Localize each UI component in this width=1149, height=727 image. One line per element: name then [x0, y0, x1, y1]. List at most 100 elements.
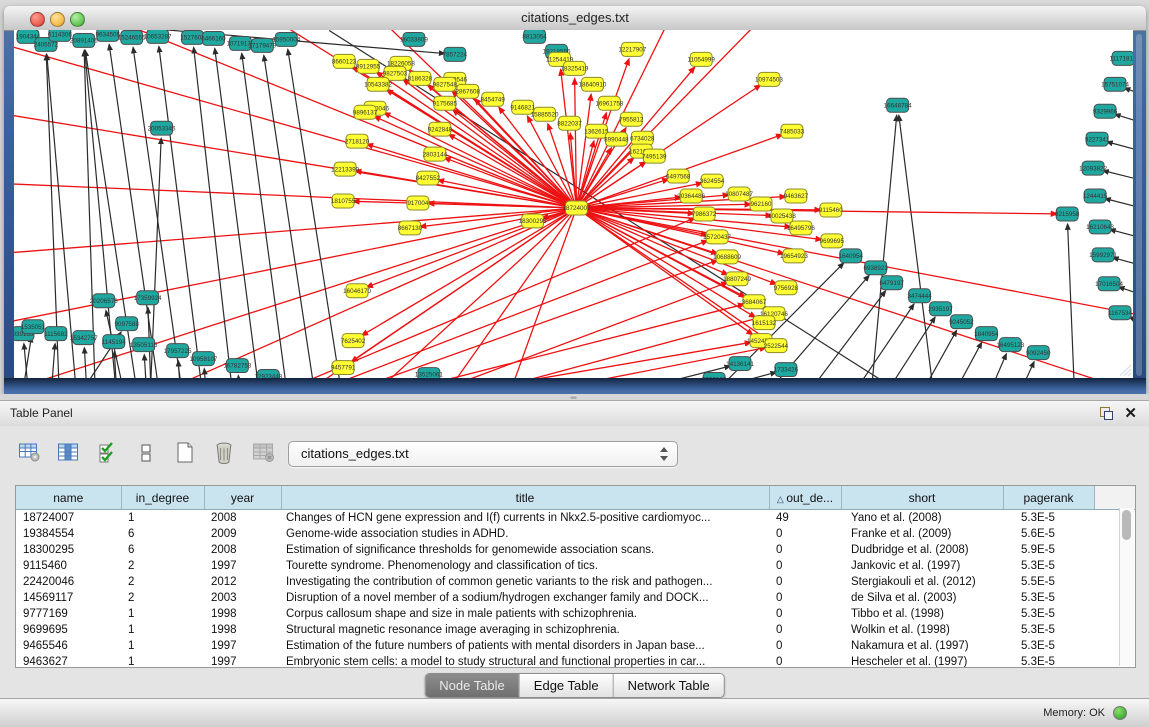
graph-node[interactable]: 20364486: [677, 189, 705, 203]
graph-node[interactable]: 16495796: [787, 221, 815, 235]
cell-year[interactable]: 1997: [204, 654, 281, 668]
graph-node[interactable]: 8912955: [356, 59, 381, 73]
graph-node[interactable]: 20206576: [90, 294, 118, 308]
show-columns-button[interactable]: [55, 441, 81, 467]
graph-node[interactable]: 8427552: [416, 171, 441, 185]
cell-year[interactable]: 2008: [204, 542, 281, 558]
float-panel-icon[interactable]: [1100, 407, 1113, 420]
graph-node[interactable]: 8215958: [1055, 207, 1080, 221]
table-row[interactable]: 946362711997Embryonic stem cells: a mode…: [16, 654, 1135, 668]
graph-node[interactable]: 9699695: [820, 234, 845, 248]
graph-node[interactable]: 8990448: [604, 132, 629, 146]
graph-node[interactable]: 18325419: [561, 61, 589, 75]
network-canvas[interactable]: 1872400719043442405572611430620891406963…: [14, 30, 1133, 378]
graph-node[interactable]: 6734028: [630, 131, 655, 145]
column-header-year[interactable]: year: [204, 486, 281, 510]
select-all-columns-button[interactable]: [94, 441, 120, 467]
cell-indeg[interactable]: 2: [121, 590, 204, 606]
table-mode-button[interactable]: [16, 441, 42, 467]
graph-node[interactable]: 12213399: [331, 162, 359, 176]
graph-node[interactable]: 16782753: [223, 359, 251, 373]
graph-node[interactable]: 9115460: [819, 203, 843, 217]
graph-node-hub[interactable]: 18724007: [563, 201, 591, 215]
cell-name[interactable]: 22420046: [16, 574, 121, 590]
tab-node-table[interactable]: Node Table: [425, 674, 520, 697]
column-header-in_degree[interactable]: in_degree: [121, 486, 204, 510]
graph-node[interactable]: 6114306: [48, 30, 72, 41]
cell-name[interactable]: 9115460: [16, 558, 121, 574]
table-row[interactable]: 1456911722003Disruption of a novel membe…: [16, 590, 1135, 606]
cell-title[interactable]: Investigating the contribution of common…: [281, 574, 769, 590]
graph-node[interactable]: 12923448: [254, 370, 282, 378]
cell-pagerank[interactable]: 5.3E-5: [1003, 558, 1094, 574]
cell-title[interactable]: Embryonic stem cells: a model to study s…: [281, 654, 769, 668]
graph-node[interactable]: 16648784: [884, 98, 912, 112]
graph-node[interactable]: 14136141: [726, 357, 754, 371]
graph-node[interactable]: 1244415: [1083, 189, 1108, 203]
delete-table-button[interactable]: [250, 441, 276, 467]
graph-node[interactable]: 17957225: [164, 344, 192, 358]
graph-node[interactable]: 9092450: [1026, 346, 1051, 360]
graph-node[interactable]: 11054999: [687, 52, 715, 66]
graph-node[interactable]: 8667130: [398, 221, 423, 235]
cell-outdeg[interactable]: 0: [769, 638, 841, 654]
tab-edge-table[interactable]: Edge Table: [520, 674, 614, 697]
cell-indeg[interactable]: 2: [121, 558, 204, 574]
graph-node[interactable]: 9097588: [114, 317, 139, 331]
cell-year[interactable]: 1997: [204, 638, 281, 654]
graph-node[interactable]: 15342757: [70, 331, 98, 345]
table-scrollbar[interactable]: [1119, 508, 1134, 666]
cell-name[interactable]: 9777169: [16, 606, 121, 622]
cell-outdeg[interactable]: 0: [769, 542, 841, 558]
cell-outdeg[interactable]: 0: [769, 622, 841, 638]
table-row[interactable]: 1830029562008Estimation of significance …: [16, 542, 1135, 558]
table-row[interactable]: 977716911998Corpus callosum shape and si…: [16, 606, 1135, 622]
graph-node[interactable]: 10807487: [725, 187, 753, 201]
graph-node[interactable]: 9245052: [949, 315, 974, 329]
cell-name[interactable]: 18300295: [16, 542, 121, 558]
cell-indeg[interactable]: 1: [121, 510, 204, 527]
cell-indeg[interactable]: 1: [121, 622, 204, 638]
splitter-handle[interactable]: [570, 395, 577, 399]
graph-node[interactable]: 1640954: [839, 249, 864, 263]
graph-node[interactable]: 2803144: [423, 147, 448, 161]
graph-node[interactable]: 1615132: [752, 316, 777, 330]
cell-title[interactable]: Tourette syndrome. Phenomenology and cla…: [281, 558, 769, 574]
graph-node[interactable]: 15720437: [703, 230, 731, 244]
window-right-scroll-strip[interactable]: [1136, 34, 1142, 376]
graph-node[interactable]: 20891406: [70, 33, 98, 47]
graph-node[interactable]: 13525061: [415, 368, 443, 378]
table-row[interactable]: 946554611997Estimation of the future num…: [16, 638, 1135, 654]
graph-node[interactable]: 16210643: [1086, 220, 1114, 234]
graph-node[interactable]: 6466160: [201, 31, 226, 45]
cell-outdeg[interactable]: 0: [769, 654, 841, 668]
graph-node[interactable]: 13505115: [130, 338, 158, 352]
graph-node[interactable]: 7485033: [780, 124, 805, 138]
graph-node[interactable]: 10974503: [755, 72, 783, 86]
graph-node[interactable]: 2522544: [764, 339, 789, 353]
cell-indeg[interactable]: 1: [121, 638, 204, 654]
graph-node[interactable]: 16495123: [996, 338, 1024, 352]
graph-node[interactable]: 917004: [407, 196, 429, 210]
column-header-name[interactable]: name: [16, 486, 121, 510]
graph-node[interactable]: 18300295: [519, 214, 547, 228]
graph-node[interactable]: 9827548: [433, 77, 458, 91]
graph-node[interactable]: 7495139: [642, 149, 667, 163]
delete-columns-button[interactable]: [211, 441, 237, 467]
graph-node[interactable]: 1145194: [102, 335, 126, 349]
cell-pagerank[interactable]: 5.3E-5: [1003, 590, 1094, 606]
graph-node[interactable]: 1840954: [974, 327, 999, 341]
cell-indeg[interactable]: 1: [121, 606, 204, 622]
graph-node[interactable]: 15246555: [118, 30, 146, 44]
graph-node[interactable]: 1535051: [21, 320, 46, 334]
cell-outdeg[interactable]: 0: [769, 590, 841, 606]
graph-node[interactable]: 9227341: [1085, 132, 1110, 146]
cell-outdeg[interactable]: 49: [769, 510, 841, 527]
cell-outdeg[interactable]: 0: [769, 574, 841, 590]
cell-title[interactable]: Structural magnetic resonance image aver…: [281, 622, 769, 638]
graph-node[interactable]: 10543382: [364, 77, 392, 91]
graph-node[interactable]: 9175685: [433, 96, 458, 110]
cell-pagerank[interactable]: 5.3E-5: [1003, 606, 1094, 622]
graph-node[interactable]: 9242848: [428, 122, 453, 136]
table-row[interactable]: 1872400712008Changes of HCN gene express…: [16, 510, 1135, 527]
